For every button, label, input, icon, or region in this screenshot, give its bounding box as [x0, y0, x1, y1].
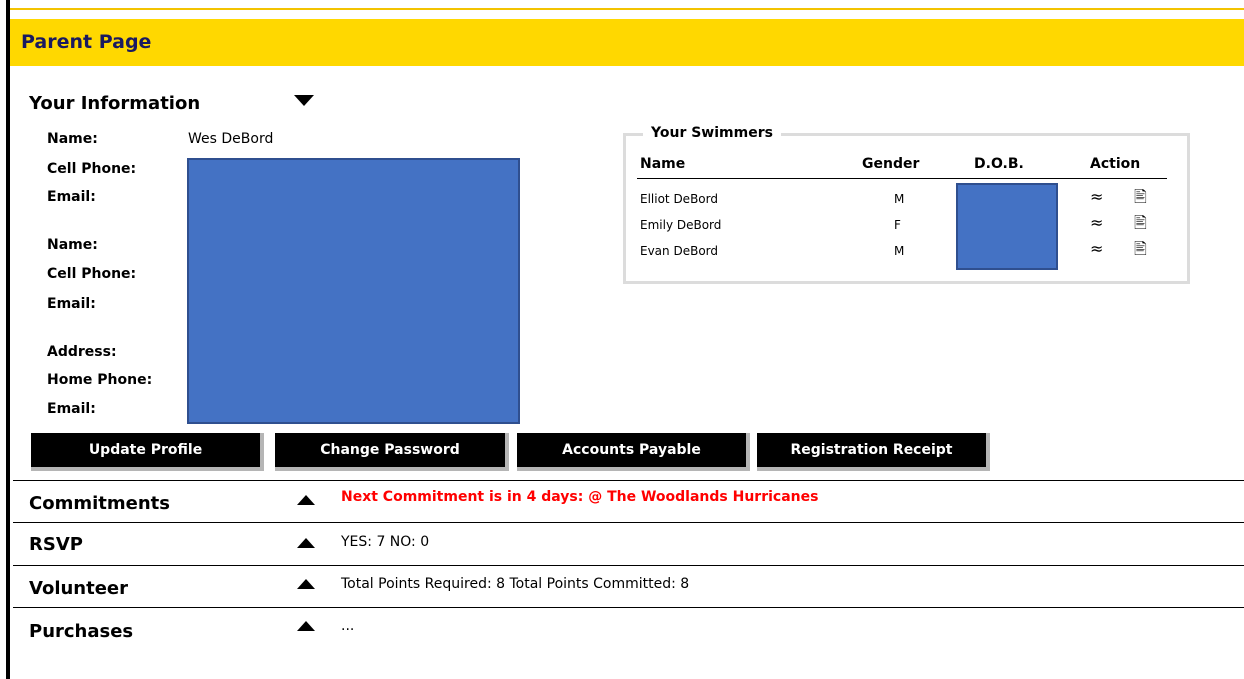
swimmer-gender: M — [894, 192, 905, 206]
name-label-2: Name: — [47, 237, 98, 253]
your-information-title: Your Information — [29, 93, 201, 114]
page-title: Parent Page — [10, 19, 1244, 66]
document-edit-icon[interactable]: 🖹 — [1134, 241, 1147, 257]
swimmers-header-rule — [637, 178, 1167, 179]
triangle-up-icon[interactable] — [297, 579, 315, 589]
cell-phone-label: Cell Phone: — [47, 161, 137, 177]
redacted-dob — [956, 183, 1058, 270]
address-label: Address: — [47, 344, 117, 360]
cell-phone-label-2: Cell Phone: — [47, 266, 137, 282]
document-edit-icon[interactable]: 🖹 — [1134, 189, 1147, 205]
accounts-payable-button[interactable]: Accounts Payable — [517, 433, 750, 471]
swimmer-gender: F — [894, 218, 901, 232]
document-edit-icon[interactable]: 🖹 — [1134, 215, 1147, 231]
triangle-up-icon[interactable] — [297, 621, 315, 631]
swimmer-name: Evan DeBord — [640, 244, 718, 258]
divider — [13, 522, 1244, 523]
swimmers-header-dob: D.O.B. — [974, 156, 1024, 172]
rsvp-title: RSVP — [29, 534, 83, 555]
name-value: Wes DeBord — [188, 131, 274, 147]
swimmer-gender: M — [894, 244, 905, 258]
purchases-title: Purchases — [29, 621, 134, 642]
swimmer-icon[interactable]: ≈ — [1090, 241, 1103, 257]
divider — [13, 565, 1244, 566]
triangle-up-icon[interactable] — [297, 538, 315, 548]
registration-receipt-button[interactable]: Registration Receipt — [757, 433, 990, 471]
purchases-summary: ... — [341, 618, 355, 634]
commitments-title: Commitments — [29, 493, 170, 514]
divider — [13, 607, 1244, 608]
name-label: Name: — [47, 131, 98, 147]
email-label-3: Email: — [47, 401, 96, 417]
volunteer-title: Volunteer — [29, 578, 129, 599]
swimmers-header-action: Action — [1090, 156, 1141, 172]
rsvp-summary: YES: 7 NO: 0 — [341, 534, 430, 550]
email-label: Email: — [47, 189, 96, 205]
home-phone-label: Home Phone: — [47, 372, 153, 388]
next-commitment-text: Next Commitment is in 4 days: @ The Wood… — [341, 489, 819, 505]
divider — [13, 480, 1244, 481]
volunteer-summary: Total Points Required: 8 Total Points Co… — [341, 576, 690, 592]
swimmer-name: Elliot DeBord — [640, 192, 718, 206]
swimmers-header-gender: Gender — [862, 156, 920, 172]
update-profile-button[interactable]: Update Profile — [31, 433, 264, 471]
change-password-button[interactable]: Change Password — [275, 433, 509, 471]
swimmers-title: Your Swimmers — [643, 125, 781, 141]
swimmer-icon[interactable]: ≈ — [1090, 215, 1103, 231]
swimmer-name: Emily DeBord — [640, 218, 722, 232]
swimmers-header-name: Name — [640, 156, 686, 172]
triangle-up-icon[interactable] — [297, 495, 315, 505]
top-border — [10, 8, 1244, 10]
triangle-down-icon[interactable] — [294, 95, 314, 106]
left-border — [6, 0, 10, 679]
email-label-2: Email: — [47, 296, 96, 312]
swimmer-icon[interactable]: ≈ — [1090, 189, 1103, 205]
redacted-contact-info — [187, 158, 520, 424]
